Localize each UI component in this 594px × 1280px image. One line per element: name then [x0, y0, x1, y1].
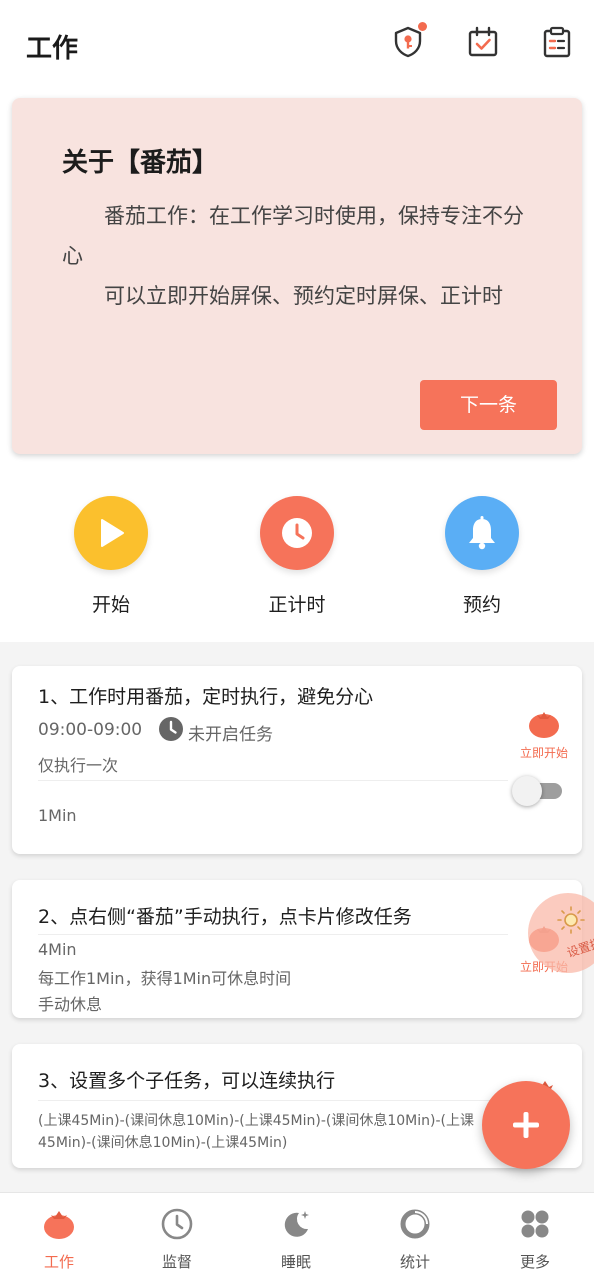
nav-label: 更多 [519, 1253, 550, 1271]
nav-label: 统计 [399, 1253, 430, 1271]
clipboard-list-icon[interactable] [540, 25, 574, 59]
task-duration: 4Min [38, 940, 77, 959]
nav-label: 睡眠 [280, 1253, 311, 1271]
count-up-label: 正计时 [268, 594, 326, 616]
nav-item-supervise[interactable]: 监督 [118, 1207, 236, 1272]
tomato-icon [42, 1207, 76, 1241]
nav-label: 监督 [161, 1253, 192, 1271]
start-label: 开始 [91, 594, 130, 616]
task-repeat: 仅执行一次 [38, 756, 119, 775]
about-body: 番茄工作：在工作学习时使用，保持专注不分心 可以立即开始屏保、预约定时屏保、正计… [62, 196, 532, 316]
nav-item-work[interactable]: 工作 [0, 1207, 118, 1272]
toggle-knob [512, 776, 542, 806]
plus-icon [513, 1112, 539, 1138]
divider [38, 934, 508, 935]
about-title: 关于【番茄】 [62, 148, 219, 178]
task-enable-toggle[interactable] [512, 774, 562, 806]
task-status: 未开启任务 [188, 725, 273, 745]
start-now-button[interactable]: 立即开始 [509, 708, 579, 761]
app-header: 工作 [0, 0, 594, 90]
nav-item-stats[interactable]: 统计 [356, 1207, 474, 1272]
clock-icon[interactable] [260, 496, 334, 570]
start-now-label: 立即开始 [519, 746, 568, 760]
calendar-check-icon[interactable] [466, 25, 500, 59]
next-tip-button[interactable]: 下一条 [420, 380, 557, 430]
tomato-icon [529, 712, 559, 738]
task-card-1[interactable]: 1、工作时用番茄，定时执行，避免分心 09:00-09:00 未开启任务 仅执行… [12, 666, 582, 854]
notification-dot [418, 22, 427, 31]
schedule-label: 预约 [462, 594, 501, 616]
count-up-action[interactable]: 正计时 [237, 496, 357, 617]
about-card: 关于【番茄】 番茄工作：在工作学习时使用，保持专注不分心 可以立即开始屏保、预约… [12, 98, 582, 454]
about-paragraph: 可以立即开始屏保、预约定时屏保、正计时 [104, 284, 503, 308]
task-description: 每工作1Min，获得1Min可休息时间 [38, 969, 292, 988]
task-duration: 1Min [38, 806, 77, 825]
about-paragraph: 番茄工作：在工作学习时使用，保持专注不分心 [62, 204, 524, 268]
sun-icon [557, 906, 585, 934]
nav-label: 工作 [43, 1253, 74, 1271]
grid-icon [518, 1207, 552, 1241]
page-title: 工作 [26, 34, 79, 64]
divider [38, 1100, 508, 1101]
play-icon[interactable] [74, 496, 148, 570]
task-title: 2、点右侧“番茄”手动执行，点卡片修改任务 [38, 906, 412, 928]
schedule-action[interactable]: 预约 [422, 496, 542, 617]
add-task-button[interactable] [482, 1081, 570, 1169]
task-title: 3、设置多个子任务，可以连续执行 [38, 1070, 336, 1092]
start-action[interactable]: 开始 [51, 496, 171, 617]
moon-icon [279, 1207, 313, 1241]
clock-icon [160, 1207, 194, 1241]
task-time-range: 09:00-09:00 [38, 720, 143, 740]
task-sequence: (上课45Min)-(课间休息10Min)-(上课45Min)-(课间休息10M… [38, 1113, 474, 1151]
divider [38, 780, 508, 781]
nav-item-more[interactable]: 更多 [476, 1207, 594, 1272]
task-card-2[interactable]: 2、点右侧“番茄”手动执行，点卡片修改任务 4Min 每工作1Min，获得1Mi… [12, 880, 582, 1018]
bottom-nav: 工作 监督 睡眠 统计 更多 [0, 1192, 594, 1280]
ring-chart-icon [398, 1207, 432, 1241]
task-title: 1、工作时用番茄，定时执行，避免分心 [38, 686, 374, 708]
nav-item-sleep[interactable]: 睡眠 [237, 1207, 355, 1272]
shield-key-icon[interactable] [391, 22, 427, 59]
task-rest-mode: 手动休息 [38, 995, 103, 1014]
bell-icon[interactable] [445, 496, 519, 570]
clock-icon [158, 716, 184, 742]
